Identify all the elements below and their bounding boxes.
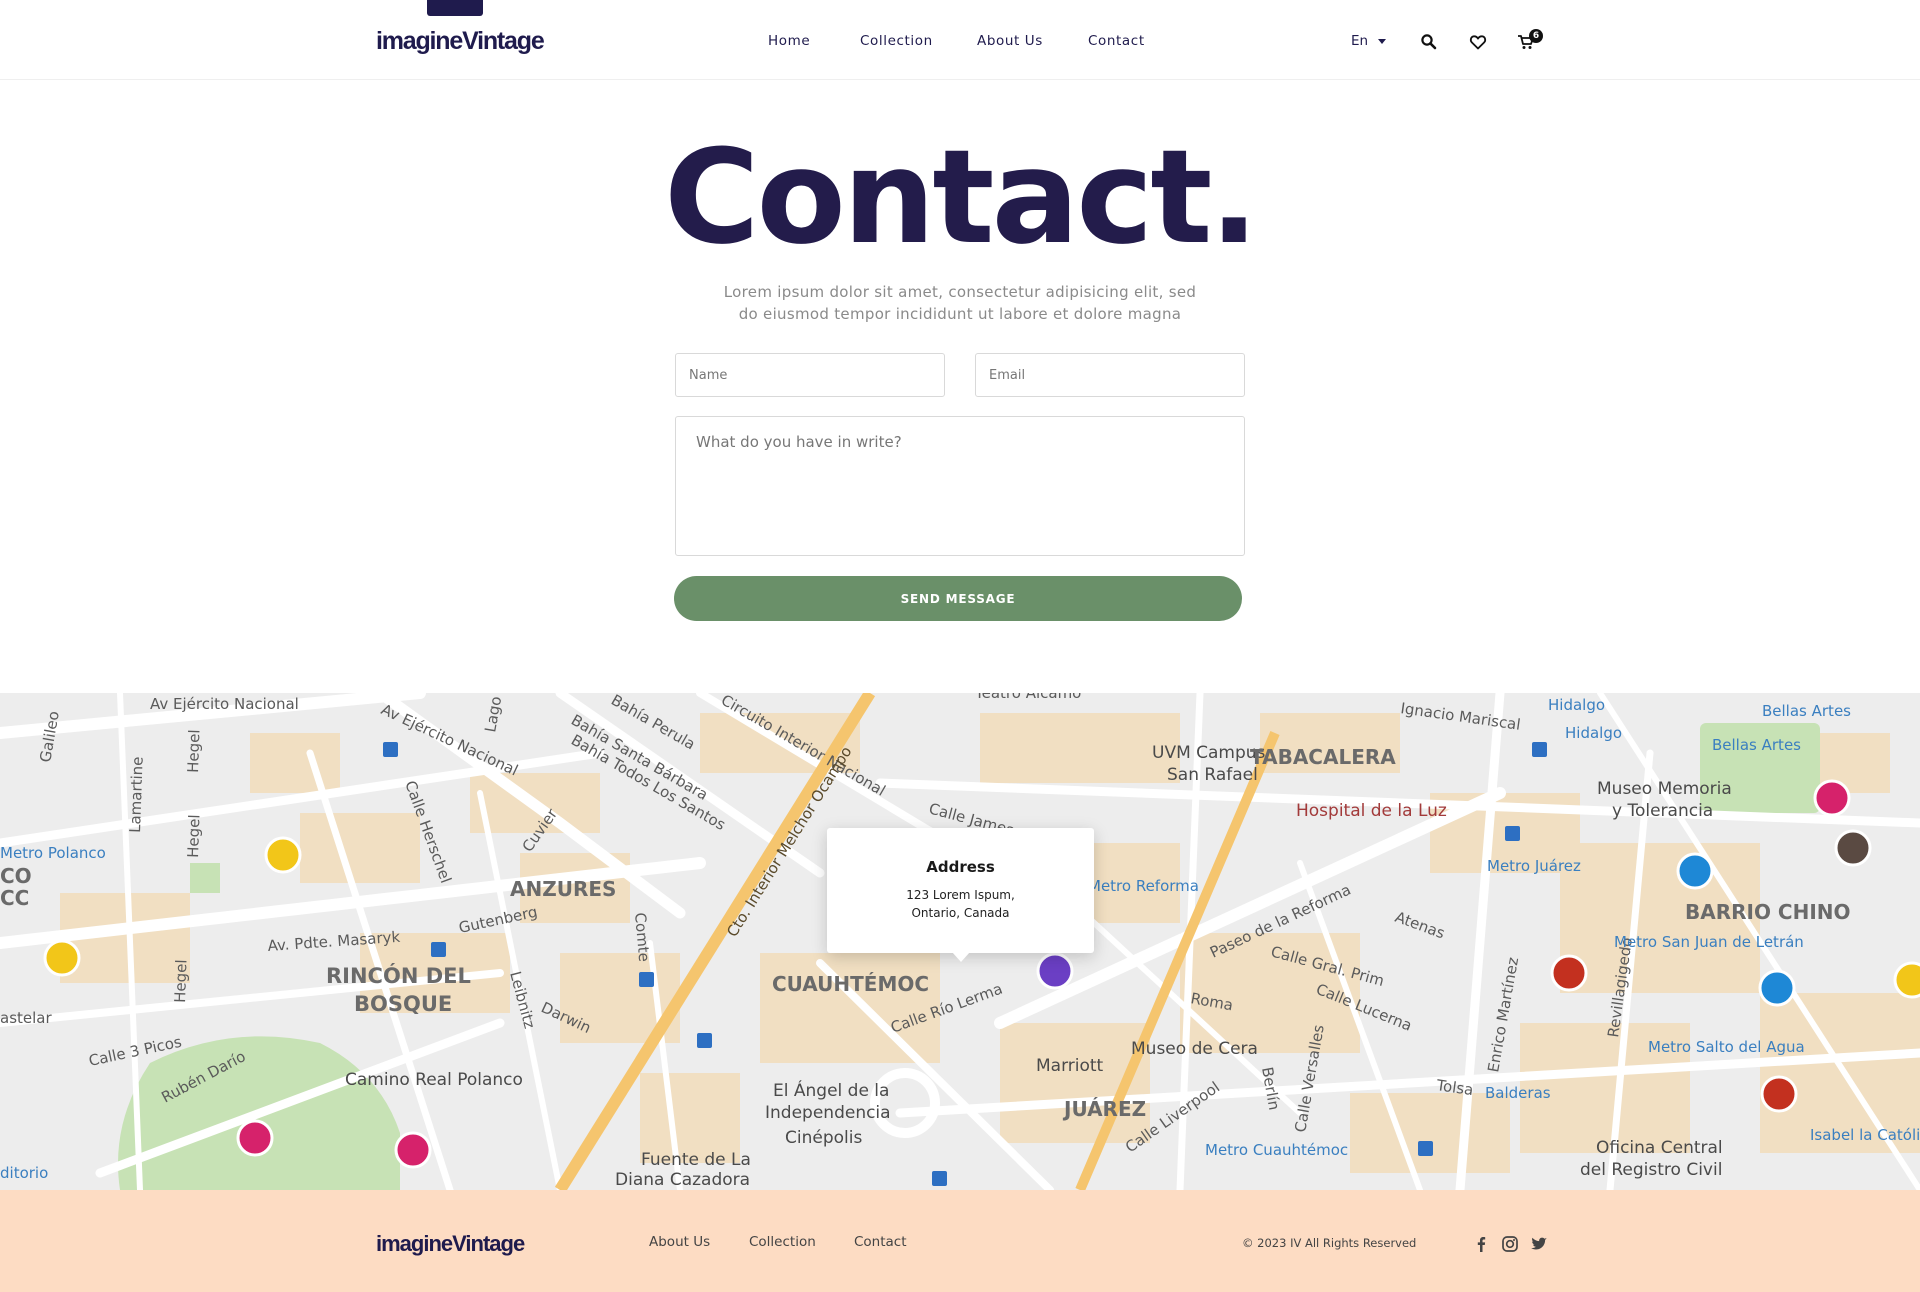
map-label: astelar <box>0 1009 52 1027</box>
logo-tab <box>427 0 483 16</box>
map-label: Hegel <box>171 959 191 1003</box>
map-label: Hidalgo <box>1565 724 1622 742</box>
address-line-1: 123 Lorem Ispum, <box>906 888 1015 902</box>
nav-collection[interactable]: Collection <box>860 33 950 49</box>
map-label: CC <box>0 886 29 910</box>
map-label: Oficina Central <box>1596 1138 1723 1158</box>
subtitle-line-2: do eiusmod tempor incididunt ut labore e… <box>738 305 1182 323</box>
map-label: Lamartine <box>126 756 147 833</box>
map-label: RINCÓN DEL <box>326 963 471 988</box>
nav-contact[interactable]: Contact <box>1088 33 1158 49</box>
map-label: Metro San Juan de Letrán <box>1614 933 1804 951</box>
map-label: CO <box>0 864 32 888</box>
search-icon[interactable] <box>1420 33 1438 51</box>
map-label: Cinépolis <box>785 1128 862 1148</box>
map-label: Av Ejército Nacional <box>150 695 299 713</box>
map-label: Metro Polanco <box>0 844 106 862</box>
map-label: Bellas Artes <box>1712 736 1801 754</box>
map-label: UVM Campus <box>1152 743 1266 763</box>
map-label: Enrico Martínez <box>1484 956 1522 1074</box>
address-line-2: Ontario, Canada <box>911 906 1010 920</box>
map-label: Berlín <box>1258 1066 1283 1112</box>
message-field[interactable] <box>675 416 1245 556</box>
map-label: Diana Cazadora <box>615 1170 750 1190</box>
name-field[interactable] <box>675 353 945 397</box>
site-logo[interactable]: imagineVintage <box>376 27 545 56</box>
map-label: TABACALERA <box>1250 745 1396 769</box>
map-label: ditorio <box>0 1164 48 1182</box>
map-label: Metro Juárez <box>1487 857 1581 875</box>
map-label: Museo de Cera <box>1131 1039 1258 1059</box>
map-label: del Registro Civil <box>1580 1160 1722 1180</box>
subtitle-line-1: Lorem ipsum dolor sit amet, consectetur … <box>723 283 1197 301</box>
map-label: Leibnitz <box>506 969 539 1030</box>
footer-link-collection[interactable]: Collection <box>749 1234 816 1250</box>
twitter-icon[interactable] <box>1530 1235 1548 1253</box>
facebook-icon[interactable] <box>1472 1235 1490 1253</box>
logo-prefix: imagine <box>376 27 463 55</box>
logo-suffix: Vintage <box>462 27 545 55</box>
map-label: Isabel la Católica <box>1810 1126 1920 1144</box>
map-label: Hegel <box>184 729 204 773</box>
map-label: Teatro Alcamo <box>974 693 1081 702</box>
footer-link-contact[interactable]: Contact <box>854 1234 907 1250</box>
map-label: Independencia <box>765 1103 891 1123</box>
map-label: Galileo <box>36 710 63 764</box>
language-label: En <box>1351 33 1369 49</box>
footer-link-about-us[interactable]: About Us <box>649 1234 710 1250</box>
copyright-text: © 2023 IV All Rights Reserved <box>1242 1236 1417 1250</box>
map-label: San Rafael <box>1167 765 1258 785</box>
map-label: Atenas <box>1393 908 1448 943</box>
footer-logo-prefix: imagine <box>376 1231 453 1256</box>
map-label: Metro Reforma <box>1088 877 1199 895</box>
map-label: Gutenberg <box>457 903 539 937</box>
heart-icon[interactable] <box>1469 33 1487 51</box>
site-footer <box>0 1190 1920 1292</box>
site-header: imagineVintage Home Collection About Us … <box>0 0 1920 80</box>
send-message-button[interactable]: SEND MESSAGE <box>674 576 1242 621</box>
map-label: BARRIO CHINO <box>1685 900 1851 924</box>
map-label: Hegel <box>184 814 204 858</box>
map-label: Marriott <box>1036 1056 1104 1076</box>
map-label: Museo Memoria <box>1597 779 1732 799</box>
instagram-icon[interactable] <box>1501 1235 1519 1253</box>
map-label: Fuente de La <box>641 1150 751 1170</box>
map-label: ANZURES <box>510 877 616 901</box>
page-title: Contact. <box>664 121 1259 273</box>
map-label: CUAUHTÉMOC <box>772 972 929 996</box>
cart-count-badge: 6 <box>1529 29 1543 43</box>
map-label: El Ángel de la <box>773 1079 889 1101</box>
map-label: Hidalgo <box>1548 696 1605 714</box>
map-label: Balderas <box>1485 1084 1551 1102</box>
map-label: Bellas Artes <box>1762 702 1851 720</box>
map-label: y Tolerancia <box>1612 801 1713 821</box>
map-label: JUÁREZ <box>1062 1097 1146 1121</box>
map-label: Lago <box>481 695 505 734</box>
footer-logo[interactable]: imagineVintage <box>376 1231 525 1257</box>
map-label: Hospital de la Luz <box>1296 801 1447 821</box>
nav-about-us[interactable]: About Us <box>977 33 1057 49</box>
nav-home[interactable]: Home <box>768 33 828 49</box>
footer-logo-suffix: Vintage <box>452 1231 525 1256</box>
address-popup: Address 123 Lorem Ispum, Ontario, Canada <box>827 828 1094 962</box>
location-map[interactable]: Av Ejército Nacional Av Ejército Naciona… <box>0 693 1920 1190</box>
chevron-down-icon <box>1378 38 1387 44</box>
email-field[interactable] <box>975 353 1245 397</box>
address-title: Address <box>926 858 995 876</box>
map-label: Metro Cuauhtémoc <box>1205 1141 1348 1159</box>
language-selector[interactable]: En <box>1351 33 1387 49</box>
page-subtitle: Lorem ipsum dolor sit amet, consectetur … <box>710 281 1210 325</box>
map-label: Metro Salto del Agua <box>1648 1038 1805 1056</box>
map-label: BOSQUE <box>354 992 452 1016</box>
map-label: Camino Real Polanco <box>345 1070 523 1090</box>
